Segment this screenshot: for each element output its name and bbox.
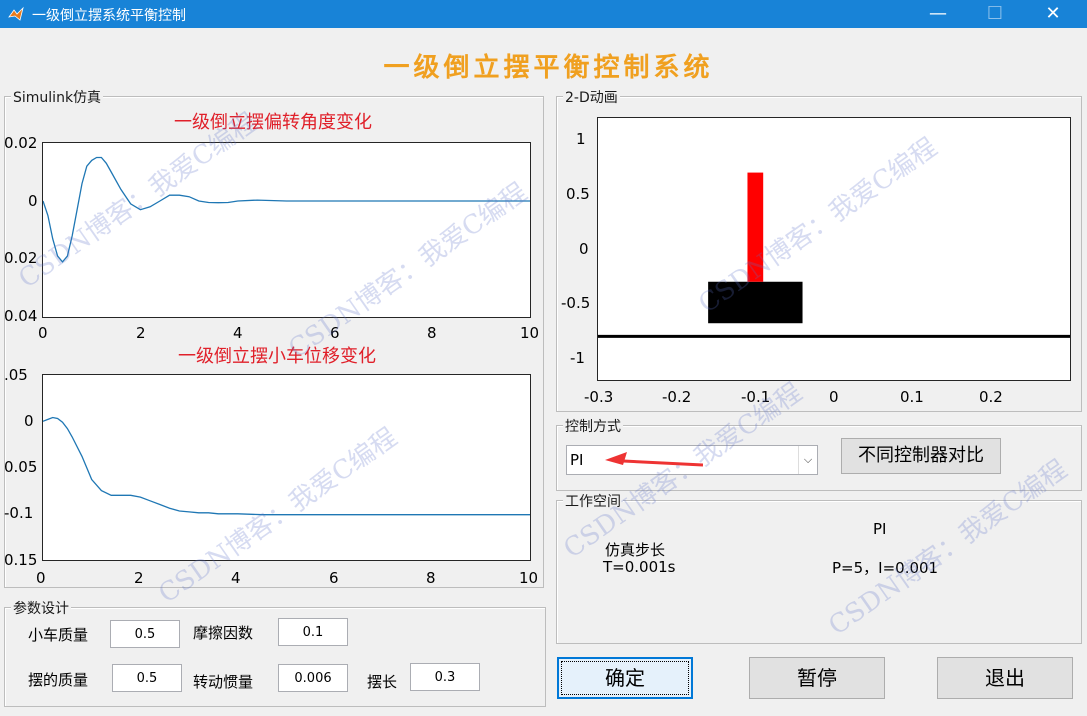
workspace-panel-label: 工作空间	[563, 491, 623, 511]
disp-xtick: 2	[134, 569, 144, 587]
angle-xtick: 6	[330, 324, 340, 342]
red-arrow-icon	[605, 452, 703, 467]
cart-mass-label: 小车质量	[28, 626, 89, 644]
angle-xtick: 8	[427, 324, 437, 342]
anim-xtick: 0	[829, 388, 839, 406]
anim-ytick: 0.5	[566, 185, 590, 203]
workspace-step-value: T=0.001s	[603, 558, 676, 576]
animation-plot	[597, 117, 1071, 381]
anim-xtick: -0.2	[662, 388, 692, 406]
animation-panel-label: 2-D动画	[563, 87, 620, 107]
pendulum-mass-label: 摆的质量	[28, 671, 89, 689]
angle-ytick: 0	[28, 192, 38, 210]
pendulum-rod	[747, 172, 764, 282]
anim-ytick: 0	[579, 240, 589, 258]
disp-ytick: .05	[4, 366, 28, 384]
displacement-series-line	[43, 416, 530, 516]
chevron-down-icon[interactable]: ⌵	[798, 446, 817, 474]
angle-xtick: 10	[520, 324, 540, 342]
angle-ytick: 0.02	[4, 134, 38, 152]
workspace-controller-name: PI	[873, 520, 887, 538]
compare-controllers-button[interactable]: 不同控制器对比	[841, 438, 1001, 474]
matlab-icon	[8, 6, 24, 21]
params-panel: 参数设计	[4, 598, 546, 707]
disp-xtick: 10	[519, 569, 539, 587]
disp-xtick: 8	[426, 569, 436, 587]
anim-ytick: -1	[570, 349, 585, 367]
angle-xtick: 0	[38, 324, 48, 342]
anim-ytick: -0.5	[561, 294, 591, 312]
cart-mass-field[interactable]: 0.5	[110, 620, 180, 648]
disp-xtick: 6	[329, 569, 339, 587]
disp-ytick: -0.1	[4, 504, 34, 522]
params-panel-label: 参数设计	[11, 598, 71, 618]
simulink-panel-label: Simulink仿真	[11, 87, 104, 107]
anim-xtick: -0.3	[584, 388, 614, 406]
maximize-button[interactable]: ☐	[972, 0, 1018, 28]
control-method-value: PI	[570, 451, 584, 469]
length-label: 摆长	[367, 673, 398, 691]
confirm-button[interactable]: 确定	[557, 657, 693, 699]
exit-button[interactable]: 退出	[937, 657, 1073, 699]
control-method-select[interactable]: PI ⌵	[566, 445, 818, 475]
anim-xtick: 0.1	[900, 388, 924, 406]
friction-label: 摩擦因数	[193, 624, 254, 642]
displacement-plot-svg	[43, 416, 530, 516]
window-title: 一级倒立摆系统平衡控制	[32, 8, 186, 24]
anim-ytick: 1	[576, 130, 586, 148]
pause-button[interactable]: 暂停	[749, 657, 885, 699]
anim-xtick: -0.1	[741, 388, 771, 406]
inertia-label: 转动惯量	[193, 673, 254, 691]
pendulum-mass-field[interactable]: 0.5	[112, 664, 182, 692]
angle-ytick: 0.02	[4, 249, 38, 267]
window-titlebar: 一级倒立摆系统平衡控制 — ☐ ✕	[0, 0, 1087, 28]
minimize-button[interactable]: —	[915, 0, 961, 28]
angle-plot	[42, 142, 531, 318]
disp-xtick: 4	[231, 569, 241, 587]
workspace-params: P=5，I=0.001	[832, 559, 939, 577]
control-panel-label: 控制方式	[563, 416, 623, 436]
angle-xtick: 4	[233, 324, 243, 342]
displacement-plot-title: 一级倒立摆小车位移变化	[178, 346, 376, 367]
displacement-plot	[42, 374, 531, 561]
inertia-field[interactable]: 0.006	[278, 664, 348, 692]
disp-ytick: 0	[24, 412, 34, 430]
angle-xtick: 2	[136, 324, 146, 342]
friction-field[interactable]: 0.1	[278, 618, 348, 646]
main-title: 一级倒立摆平衡控制系统	[383, 53, 714, 83]
anim-xtick: 0.2	[979, 388, 1003, 406]
angle-ytick: 0.04	[4, 307, 38, 325]
angle-series-line	[43, 156, 530, 263]
cart-block	[708, 281, 803, 324]
animation-plot-svg	[598, 172, 1070, 338]
length-field[interactable]: 0.3	[410, 663, 480, 691]
close-button[interactable]: ✕	[1030, 0, 1076, 28]
angle-plot-title: 一级倒立摆偏转角度变化	[174, 112, 372, 133]
disp-ytick: 0.05	[4, 458, 38, 476]
angle-plot-svg	[43, 156, 530, 263]
workspace-step-label: 仿真步长	[605, 541, 666, 559]
disp-xtick: 0	[36, 569, 46, 587]
disp-ytick: 0.15	[4, 551, 38, 569]
